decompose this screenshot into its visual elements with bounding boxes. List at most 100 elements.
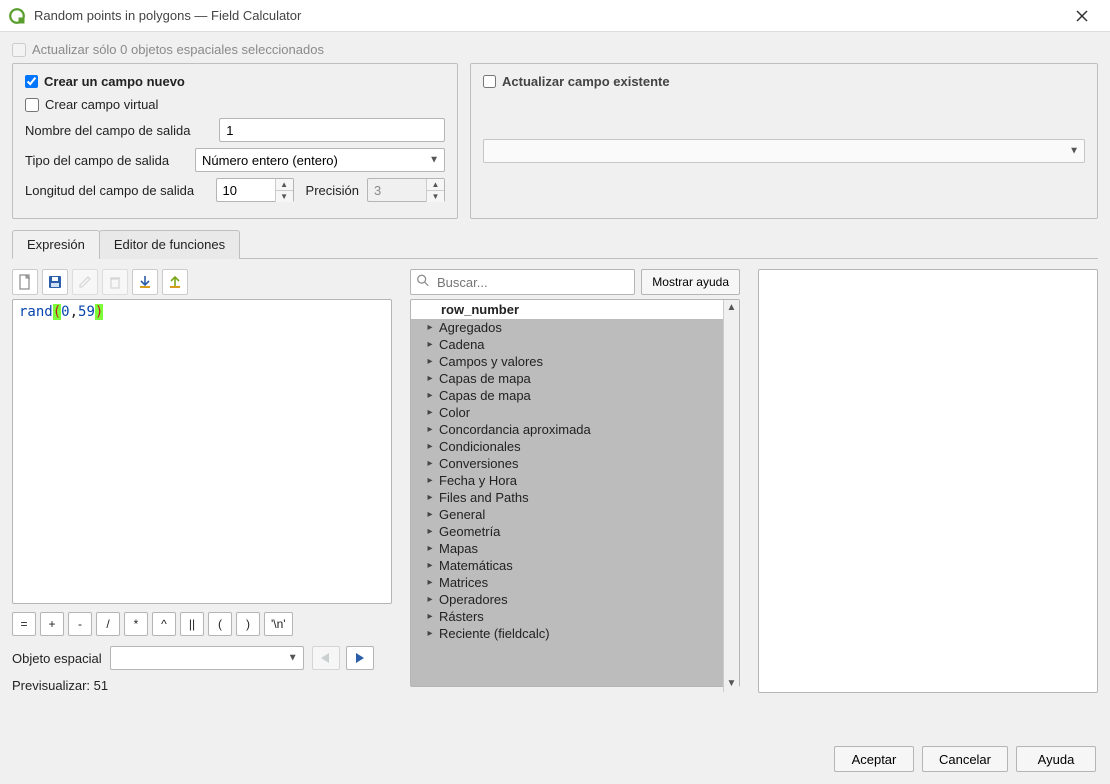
triangle-right-icon bbox=[354, 652, 366, 664]
expression-editor[interactable]: rand(0,59) bbox=[12, 299, 392, 604]
operator-button[interactable]: '\n' bbox=[264, 612, 293, 636]
caret-right-icon: ▸ bbox=[425, 373, 435, 384]
output-type-label: Tipo del campo de salida bbox=[25, 153, 187, 168]
pencil-icon bbox=[77, 274, 93, 290]
qgis-icon bbox=[8, 7, 26, 25]
feature-combo[interactable] bbox=[110, 646, 304, 670]
spin-down-icon: ▼ bbox=[426, 191, 444, 202]
tree-group[interactable]: ▸Conversiones bbox=[411, 455, 739, 472]
tabs: Expresión Editor de funciones bbox=[12, 229, 1098, 259]
tree-group[interactable]: ▸Rásters bbox=[411, 608, 739, 625]
operator-button[interactable]: ^ bbox=[152, 612, 176, 636]
ok-button[interactable]: Aceptar bbox=[834, 746, 914, 772]
tree-group[interactable]: ▸Fecha y Hora bbox=[411, 472, 739, 489]
tree-group[interactable]: ▸Campos y valores bbox=[411, 353, 739, 370]
caret-right-icon: ▸ bbox=[425, 628, 435, 639]
edit-button bbox=[72, 269, 98, 295]
caret-right-icon: ▸ bbox=[425, 407, 435, 418]
tree-group[interactable]: ▸Capas de mapa bbox=[411, 370, 739, 387]
tree-group[interactable]: ▸Operadores bbox=[411, 591, 739, 608]
search-icon bbox=[416, 274, 430, 291]
scrollbar[interactable]: ▲ ▼ bbox=[723, 300, 739, 692]
function-tree-column: Mostrar ayuda row_number▸Agregados▸Caden… bbox=[410, 269, 740, 693]
next-feature-button[interactable] bbox=[346, 646, 374, 670]
cancel-button[interactable]: Cancelar bbox=[922, 746, 1008, 772]
tab-function-editor[interactable]: Editor de funciones bbox=[99, 230, 240, 259]
save-button[interactable] bbox=[42, 269, 68, 295]
tree-group[interactable]: ▸ Capas de mapa bbox=[411, 387, 739, 404]
create-field-panel: Crear un campo nuevo Crear campo virtual… bbox=[12, 63, 458, 219]
operator-button[interactable]: / bbox=[96, 612, 120, 636]
tree-group-label: Conversiones bbox=[439, 456, 519, 471]
tree-group-label: Agregados bbox=[439, 320, 502, 335]
caret-right-icon: ▸ bbox=[425, 543, 435, 554]
caret-right-icon: ▸ bbox=[425, 594, 435, 605]
update-selected-checkbox: Actualizar sólo 0 objetos espaciales sel… bbox=[12, 42, 1098, 57]
import-button[interactable] bbox=[132, 269, 158, 295]
tree-group[interactable]: ▸General bbox=[411, 506, 739, 523]
download-icon bbox=[137, 274, 153, 290]
operator-button[interactable]: || bbox=[180, 612, 204, 636]
spin-down-icon[interactable]: ▼ bbox=[275, 191, 293, 202]
update-selected-label: Actualizar sólo 0 objetos espaciales sel… bbox=[32, 42, 324, 57]
close-button[interactable] bbox=[1062, 2, 1102, 30]
tree-group[interactable]: ▸Cadena bbox=[411, 336, 739, 353]
new-file-button[interactable] bbox=[12, 269, 38, 295]
operator-button[interactable]: ) bbox=[236, 612, 260, 636]
triangle-left-icon bbox=[320, 652, 332, 664]
export-button[interactable] bbox=[162, 269, 188, 295]
tree-group[interactable]: ▸Matrices bbox=[411, 574, 739, 591]
tree-group-label: Condicionales bbox=[439, 439, 521, 454]
caret-right-icon: ▸ bbox=[425, 390, 435, 401]
output-name-input[interactable] bbox=[219, 118, 445, 142]
file-icon bbox=[17, 274, 33, 290]
update-existing-checkbox[interactable] bbox=[483, 75, 496, 88]
tab-expression[interactable]: Expresión bbox=[12, 230, 100, 259]
tree-group[interactable]: ▸ Mapas bbox=[411, 540, 739, 557]
help-button[interactable]: Ayuda bbox=[1016, 746, 1096, 772]
tree-item-row-number[interactable]: row_number bbox=[411, 300, 739, 319]
operator-button[interactable]: + bbox=[40, 612, 64, 636]
operator-button[interactable]: ( bbox=[208, 612, 232, 636]
spin-up-icon: ▲ bbox=[426, 179, 444, 191]
operator-button[interactable]: - bbox=[68, 612, 92, 636]
tree-group[interactable]: ▸Geometría bbox=[411, 523, 739, 540]
tree-group-label: Matemáticas bbox=[439, 558, 513, 573]
operator-button[interactable]: * bbox=[124, 612, 148, 636]
tree-group[interactable]: ▸Agregados bbox=[411, 319, 739, 336]
show-help-button[interactable]: Mostrar ayuda bbox=[641, 269, 740, 295]
output-length-label: Longitud del campo de salida bbox=[25, 183, 208, 198]
tree-group[interactable]: ▸Color bbox=[411, 404, 739, 421]
caret-right-icon: ▸ bbox=[425, 611, 435, 622]
create-virtual-checkbox[interactable]: Crear campo virtual bbox=[25, 97, 158, 112]
output-type-combo[interactable]: Número entero (entero) bbox=[195, 148, 445, 172]
titlebar: Random points in polygons — Field Calcul… bbox=[0, 0, 1110, 32]
tree-group[interactable]: ▸Matemáticas bbox=[411, 557, 739, 574]
tree-group-label: Capas de mapa bbox=[439, 388, 531, 403]
tree-group-label: Fecha y Hora bbox=[439, 473, 517, 488]
search-input[interactable] bbox=[410, 269, 635, 295]
create-new-field-label: Crear un campo nuevo bbox=[44, 74, 185, 89]
caret-right-icon: ▸ bbox=[425, 526, 435, 537]
tree-group[interactable]: ▸Concordancia aproximada bbox=[411, 421, 739, 438]
expression-column: rand(0,59) =+-/*^||()'\n' Objeto espacia… bbox=[12, 269, 392, 693]
caret-right-icon: ▸ bbox=[425, 441, 435, 452]
scroll-down-icon[interactable]: ▼ bbox=[724, 676, 739, 692]
tree-group[interactable]: ▸Reciente (fieldcalc) bbox=[411, 625, 739, 642]
caret-right-icon: ▸ bbox=[425, 339, 435, 350]
tree-group[interactable]: ▸Files and Paths bbox=[411, 489, 739, 506]
tree-group-label: Files and Paths bbox=[439, 490, 529, 505]
preview-label: Previsualizar: bbox=[12, 678, 90, 693]
tree-group-label: Mapas bbox=[439, 541, 478, 556]
window-title: Random points in polygons — Field Calcul… bbox=[34, 8, 1062, 23]
spin-up-icon[interactable]: ▲ bbox=[275, 179, 293, 191]
tree-group[interactable]: ▸ Condicionales bbox=[411, 438, 739, 455]
operator-button[interactable]: = bbox=[12, 612, 36, 636]
close-icon bbox=[1076, 10, 1088, 22]
create-new-field-checkbox[interactable] bbox=[25, 75, 38, 88]
update-field-panel: Actualizar campo existente ▼ bbox=[470, 63, 1098, 219]
scroll-up-icon[interactable]: ▲ bbox=[724, 300, 739, 316]
precision-label: Precisión bbox=[306, 183, 359, 198]
function-tree[interactable]: row_number▸Agregados▸Cadena▸Campos y val… bbox=[410, 299, 740, 687]
help-pane bbox=[758, 269, 1098, 693]
